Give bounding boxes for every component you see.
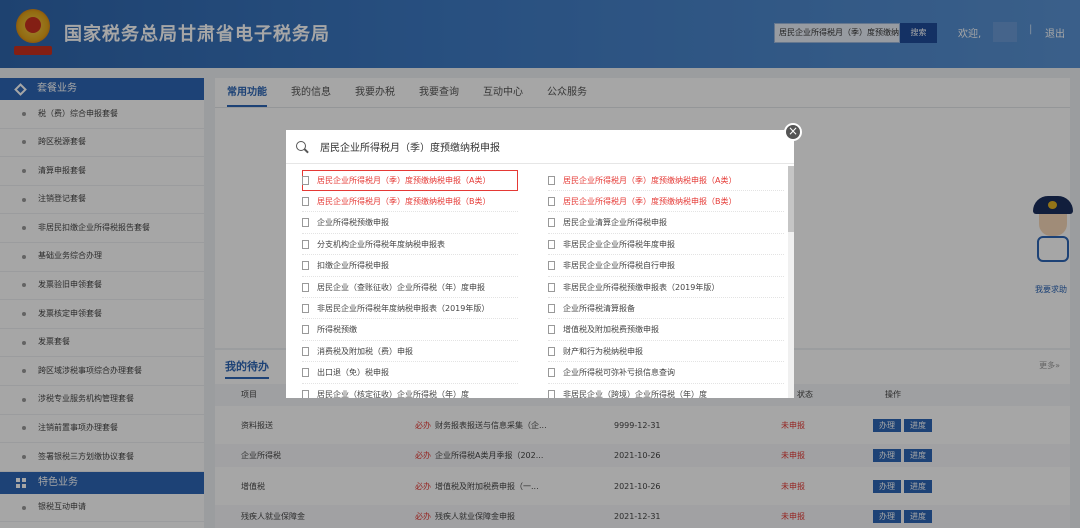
modal-scrollbar[interactable]: [788, 166, 794, 398]
search-result-label: 非居民企业所得税年度纳税申报表（2019年版）: [317, 303, 490, 313]
document-icon: [548, 303, 555, 313]
search-result-label: 非居民企业企业所得税年度申报: [563, 239, 675, 249]
close-icon[interactable]: ×: [784, 123, 802, 141]
search-result-label: 消费税及附加税（费）申报: [317, 346, 413, 356]
search-result-item[interactable]: 非居民企业所得税年度纳税申报表（2019年版）: [302, 298, 518, 320]
search-icon: [296, 140, 308, 153]
search-result-item[interactable]: 企业所得税预缴申报: [302, 213, 518, 234]
search-result-item[interactable]: 出口退（免）税申报: [302, 363, 518, 384]
search-result-item[interactable]: 企业所得税清算报备: [548, 298, 784, 320]
search-result-item[interactable]: 分支机构企业所得税年度纳税申报表: [302, 234, 518, 256]
document-icon: [302, 325, 309, 335]
search-result-label: 增值税及附加税费预缴申报: [563, 325, 659, 335]
document-icon: [302, 346, 309, 356]
search-result-item[interactable]: 居民企业所得税月（季）度预缴纳税申报（A类）: [548, 170, 784, 191]
search-result-item[interactable]: 增值税及附加税费预缴申报: [548, 320, 784, 341]
search-result-label: 分支机构企业所得税年度纳税申报表: [317, 239, 445, 249]
search-result-item[interactable]: 居民企业所得税月（季）度预缴纳税申报（B类）: [302, 191, 518, 213]
search-result-item[interactable]: 消费税及附加税（费）申报: [302, 341, 518, 363]
document-icon: [548, 218, 555, 228]
document-icon: [548, 368, 555, 378]
search-result-label: 企业所得税预缴申报: [317, 218, 389, 228]
search-result-item[interactable]: 非居民企业企业所得税年度申报: [548, 234, 784, 256]
document-icon: [302, 239, 309, 249]
document-icon: [302, 175, 309, 185]
search-result-label: 所得税预缴: [317, 325, 357, 335]
document-icon: [548, 175, 555, 185]
document-icon: [302, 196, 309, 206]
search-result-label: 非居民企业所得税预缴申报表（2019年版）: [563, 282, 720, 292]
search-result-label: 居民企业清算企业所得税申报: [563, 218, 667, 228]
search-result-item[interactable]: 扣缴企业所得税申报: [302, 256, 518, 277]
document-icon: [548, 196, 555, 206]
search-result-label: 出口退（免）税申报: [317, 368, 389, 378]
modal-search-bar[interactable]: 居民企业所得税月（季）度预缴纳税申报: [286, 130, 794, 164]
modal-search-query[interactable]: 居民企业所得税月（季）度预缴纳税申报: [320, 139, 500, 154]
document-icon: [548, 282, 555, 292]
document-icon: [548, 239, 555, 249]
search-result-label: 居民企业所得税月（季）度预缴纳税申报（A类）: [317, 175, 491, 185]
search-result-label: 财产和行为税纳税申报: [563, 346, 643, 356]
search-result-item[interactable]: 居民企业（查账征收）企业所得税（年）度申报: [302, 277, 518, 298]
search-result-label: 非居民企业企业所得税自行申报: [563, 261, 675, 271]
search-results-modal: 居民企业所得税月（季）度预缴纳税申报 居民企业所得税月（季）度预缴纳税申报（A类…: [286, 130, 794, 398]
search-result-label: 居民企业（查账征收）企业所得税（年）度申报: [317, 282, 485, 292]
search-result-item[interactable]: 企业所得税可弥补亏损信息查询: [548, 363, 784, 384]
search-result-item[interactable]: 非居民企业企业所得税自行申报: [548, 256, 784, 277]
search-result-item[interactable]: 所得税预缴: [302, 320, 518, 341]
search-result-item[interactable]: 非居民企业所得税预缴申报表（2019年版）: [548, 277, 784, 298]
document-icon: [302, 218, 309, 228]
document-icon: [548, 261, 555, 271]
scrollbar-thumb[interactable]: [788, 166, 794, 232]
document-icon: [548, 325, 555, 335]
document-icon: [302, 261, 309, 271]
search-result-item[interactable]: 非居民企业（跨境）企业所得税（年）度: [548, 384, 784, 398]
search-result-label: 企业所得税清算报备: [563, 303, 635, 313]
document-icon: [302, 368, 309, 378]
search-result-item[interactable]: 居民企业清算企业所得税申报: [548, 213, 784, 234]
search-result-item[interactable]: 财产和行为税纳税申报: [548, 341, 784, 363]
search-result-label: 居民企业所得税月（季）度预缴纳税申报（A类）: [563, 175, 737, 185]
document-icon: [302, 389, 309, 398]
search-result-label: 居民企业所得税月（季）度预缴纳税申报（B类）: [317, 196, 491, 206]
search-result-item[interactable]: 居民企业所得税月（季）度预缴纳税申报（A类）: [302, 170, 518, 191]
document-icon: [302, 282, 309, 292]
search-result-item[interactable]: 居民企业所得税月（季）度预缴纳税申报（B类）: [548, 191, 784, 213]
search-result-label: 企业所得税可弥补亏损信息查询: [563, 368, 675, 378]
document-icon: [548, 389, 555, 398]
search-result-item[interactable]: 居民企业（核定征收）企业所得税（年）度: [302, 384, 518, 398]
search-result-label: 居民企业所得税月（季）度预缴纳税申报（B类）: [563, 196, 737, 206]
search-result-label: 居民企业（核定征收）企业所得税（年）度: [317, 389, 469, 399]
search-result-label: 非居民企业（跨境）企业所得税（年）度: [563, 389, 707, 399]
document-icon: [302, 303, 309, 313]
document-icon: [548, 346, 555, 356]
search-result-label: 扣缴企业所得税申报: [317, 261, 389, 271]
